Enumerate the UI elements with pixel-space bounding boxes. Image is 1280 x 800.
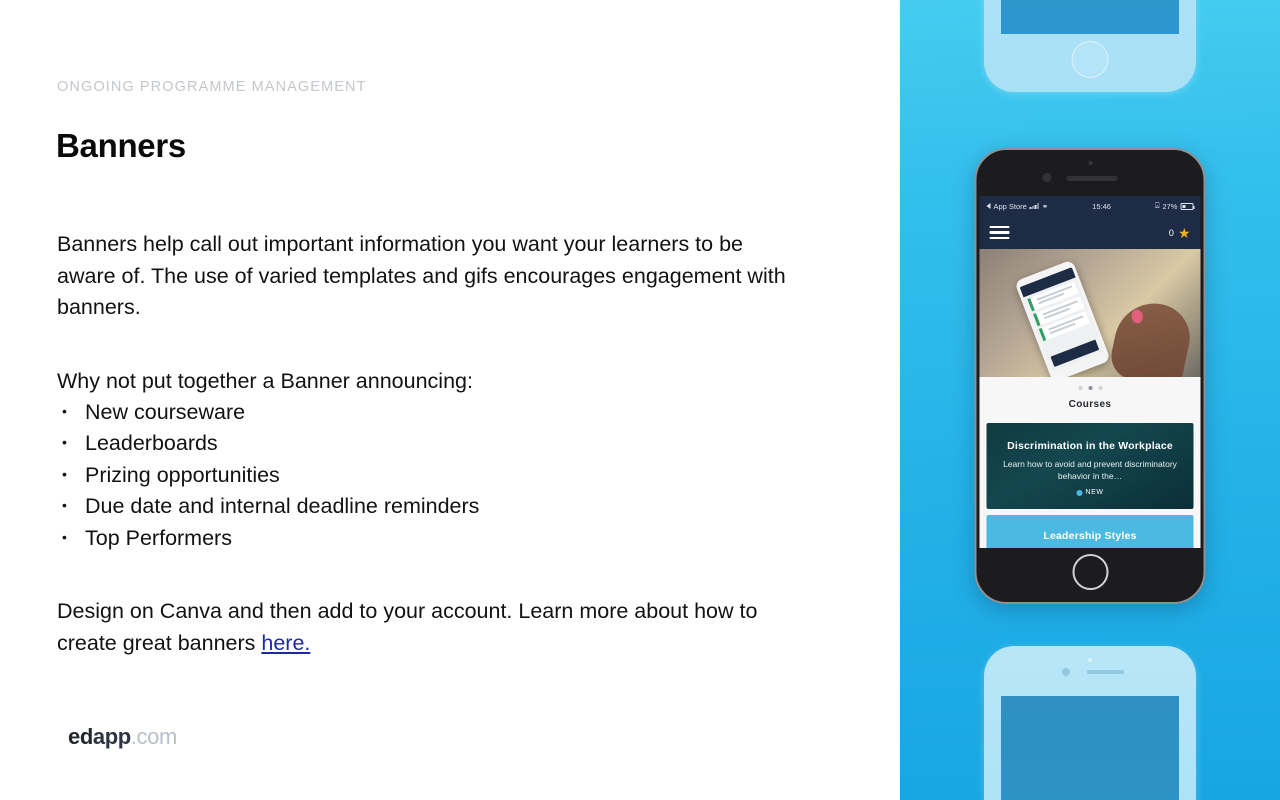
earpiece-speaker-icon — [1066, 176, 1118, 181]
badge-label: NEW — [1085, 489, 1104, 496]
badge-dot-icon — [1076, 489, 1083, 496]
logo-part-com: .com — [130, 724, 177, 749]
course-card-list: Discrimination in the Workplace Learn ho… — [979, 417, 1201, 548]
signal-icon — [1029, 203, 1039, 209]
page-title: Banners — [56, 127, 186, 164]
front-camera-icon — [1088, 161, 1092, 165]
wifi-icon: ⚭ — [1041, 201, 1049, 211]
course-card[interactable]: Leadership Styles This course will highl… — [986, 515, 1194, 548]
list-item: Prizing opportunities — [57, 459, 479, 491]
hero-banner-image[interactable] — [979, 249, 1201, 377]
announcement-bullet-list: New courseware Leaderboards Prizing oppo… — [57, 396, 479, 554]
courses-section-title: Courses — [1068, 399, 1112, 410]
here-link[interactable]: here. — [261, 631, 310, 655]
list-item: Top Performers — [57, 522, 479, 554]
points-value: 0 — [1168, 227, 1174, 238]
edapp-logo: edapp.com — [68, 724, 177, 750]
carousel-dot[interactable] — [1078, 386, 1082, 390]
ghost-sensor-icon — [1062, 668, 1070, 676]
phone-mockup: App Store ⚭ 15:46 ⍓ 27% 0 ★ Courses Disc… — [974, 148, 1206, 604]
carousel-dots[interactable] — [980, 386, 1201, 390]
logo-part-app: app — [92, 724, 131, 749]
status-bar-right: ⍓ 27% — [1154, 201, 1195, 211]
points-indicator[interactable]: 0 ★ — [1169, 226, 1191, 240]
battery-percent: 27% — [1162, 201, 1178, 211]
star-icon: ★ — [1177, 224, 1191, 241]
carousel-section: Courses — [979, 377, 1201, 417]
ghost-phone-body — [984, 0, 1196, 92]
app-top-bar: 0 ★ — [979, 216, 1201, 249]
ghost-speaker-icon — [1087, 670, 1124, 674]
status-bar: App Store ⚭ 15:46 ⍓ 27% — [979, 196, 1201, 216]
course-title: Leadership Styles — [1043, 530, 1137, 542]
carousel-dot[interactable] — [1098, 386, 1102, 390]
outro-paragraph: Design on Canva and then add to your acc… — [57, 596, 787, 659]
course-description: Learn how to avoid and prevent discrimin… — [1003, 459, 1177, 481]
ghost-camera-icon — [1088, 658, 1092, 662]
carrier-label: App Store — [993, 201, 1027, 211]
intro-paragraph: Banners help call out important informat… — [57, 232, 786, 319]
hero-cta-button — [1050, 339, 1100, 367]
list-item: Due date and internal deadline reminders — [57, 490, 479, 522]
slide-content-area: ONGOING PROGRAMME MANAGEMENT Banners Ban… — [0, 0, 900, 800]
back-arrow-icon — [986, 203, 991, 209]
slide-canvas: ONGOING PROGRAMME MANAGEMENT Banners Ban… — [0, 0, 1280, 800]
ghost-phone-top — [984, 0, 1196, 92]
logo-part-ed: ed — [68, 724, 93, 749]
phone-showcase-panel: App Store ⚭ 15:46 ⍓ 27% 0 ★ Courses Disc… — [900, 0, 1280, 800]
hamburger-menu-icon[interactable] — [989, 225, 1010, 240]
home-button-icon[interactable] — [1072, 554, 1108, 590]
headphones-icon: ⍓ — [1154, 201, 1160, 210]
list-item: New courseware — [57, 396, 479, 428]
ghost-home-button-icon — [1071, 41, 1109, 78]
course-title: Discrimination in the Workplace — [1007, 440, 1173, 452]
battery-icon — [1180, 202, 1195, 210]
carousel-dot-active[interactable] — [1088, 386, 1092, 390]
ghost-phone-screen — [1001, 0, 1179, 34]
phone-screen: App Store ⚭ 15:46 ⍓ 27% 0 ★ Courses Disc… — [979, 196, 1201, 548]
section-eyebrow: ONGOING PROGRAMME MANAGEMENT — [57, 79, 367, 95]
list-item: Leaderboards — [57, 427, 479, 459]
hand-illustration — [1106, 296, 1197, 377]
fingernail-detail — [1130, 308, 1144, 325]
hero-phone-illustration — [1014, 259, 1111, 377]
status-bar-time: 15:46 — [1092, 201, 1111, 211]
bullets-lead-in: Why not put together a Banner announcing… — [57, 369, 473, 393]
ghost-phone-body — [984, 646, 1196, 800]
proximity-sensor-icon — [1042, 173, 1052, 182]
outro-text: Design on Canva and then add to your acc… — [57, 599, 758, 655]
hero-phone-screen — [1019, 267, 1105, 373]
ghost-phone-screen — [1001, 696, 1179, 800]
status-bar-left: App Store ⚭ — [986, 201, 1049, 211]
status-badge: NEW — [999, 489, 1182, 496]
course-card[interactable]: Discrimination in the Workplace Learn ho… — [986, 423, 1194, 509]
ghost-phone-bottom — [984, 646, 1196, 800]
